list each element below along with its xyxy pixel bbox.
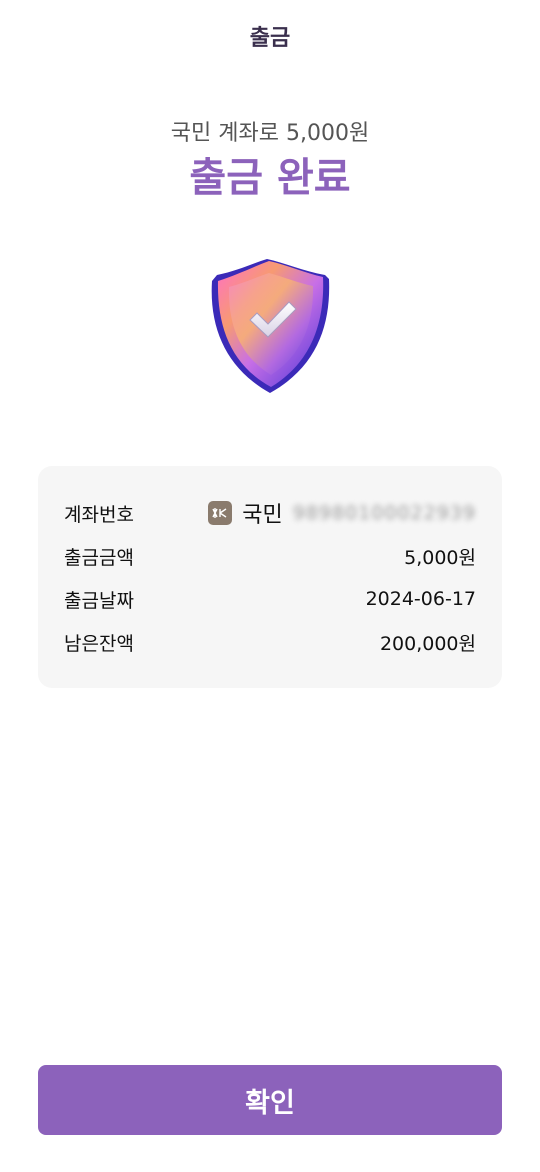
withdrawal-details-card: 계좌번호 국민 98980100022939 출금금액 5,000원 출금날짜 … (38, 466, 502, 688)
date-row: 출금날짜 2024-06-17 (64, 584, 476, 614)
shield-check-icon (205, 255, 335, 400)
balance-label: 남은잔액 (64, 632, 134, 655)
completion-headline: 출금 완료 (189, 155, 351, 201)
withdraw-complete-screen: 출금 국민 계좌로 5,000원 출금 완료 계좌번호 국민 989801000… (0, 0, 540, 1172)
amount-value: 5,000원 (404, 546, 476, 569)
bank-name: 국민 (242, 503, 283, 528)
confirm-button[interactable]: 확인 (38, 1065, 502, 1135)
account-number: 98980100022939 (292, 502, 476, 524)
amount-row: 출금금액 5,000원 (64, 541, 476, 571)
amount-label: 출금금액 (64, 546, 134, 569)
transfer-summary: 국민 계좌로 5,000원 (170, 121, 370, 146)
page-title: 출금 (249, 26, 291, 51)
date-label: 출금날짜 (64, 589, 134, 612)
balance-value: 200,000원 (379, 632, 476, 655)
date-value: 2024-06-17 (365, 588, 476, 610)
kb-bank-logo-icon (208, 501, 233, 525)
account-value: 국민 98980100022939 (208, 497, 476, 529)
account-label: 계좌번호 (64, 503, 134, 526)
balance-row: 남은잔액 200,000원 (64, 627, 476, 657)
account-row: 계좌번호 국민 98980100022939 (64, 498, 476, 528)
